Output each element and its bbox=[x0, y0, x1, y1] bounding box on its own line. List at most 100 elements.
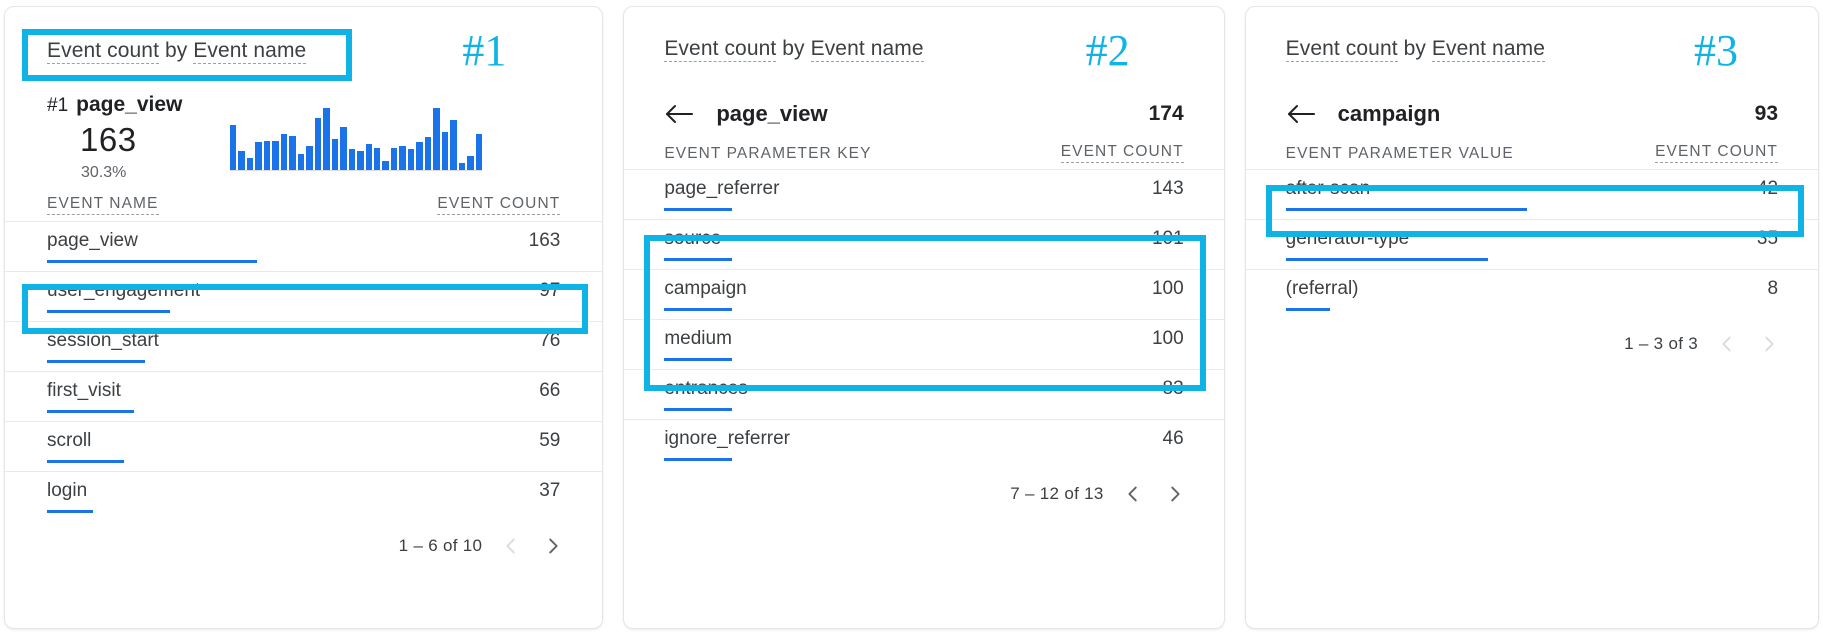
card-1-summary-rank: #1 bbox=[47, 95, 69, 116]
table-row-inner: session_start 76 bbox=[47, 322, 560, 360]
card-2-prev-page-icon[interactable] bbox=[1120, 481, 1146, 507]
sparkline-bar bbox=[357, 151, 364, 170]
card-3-header: Event count by Event name #3 bbox=[1246, 7, 1818, 85]
card-3-title-metric[interactable]: Event count bbox=[1285, 37, 1398, 62]
table-row-bar-track bbox=[664, 208, 1183, 211]
card-1-title-dimension[interactable]: Event name bbox=[193, 39, 307, 64]
card-3-drilldown-name: campaign bbox=[1337, 101, 1441, 126]
table-row[interactable]: after-scan 42 bbox=[1245, 169, 1819, 219]
panel-card-2: Event count by Event name #2 page_view 1… bbox=[623, 6, 1225, 629]
card-2-title-metric[interactable]: Event count bbox=[664, 37, 777, 62]
table-row-label[interactable]: source bbox=[664, 228, 721, 250]
sparkline-bar bbox=[416, 142, 423, 170]
table-row-bar-track bbox=[664, 308, 1183, 311]
back-arrow-icon[interactable] bbox=[664, 103, 694, 125]
table-row[interactable]: page_referrer 143 bbox=[624, 169, 1224, 219]
card-3-title-dimension[interactable]: Event name bbox=[1431, 37, 1545, 62]
sparkline-bar bbox=[272, 141, 279, 170]
card-3-column-header-right[interactable]: EVENT COUNT bbox=[1655, 143, 1779, 163]
table-row-value: 97 bbox=[539, 280, 561, 301]
card-3-row-list: after-scan 42 generator-type 35 (referral) 8 bbox=[1245, 169, 1819, 319]
sparkline-bar bbox=[331, 139, 339, 170]
card-3-column-header-left[interactable]: EVENT PARAMETER VALUE bbox=[1286, 145, 1514, 163]
table-row-bar-track bbox=[664, 458, 1183, 461]
table-row-inner: campaign 100 bbox=[664, 270, 1183, 308]
table-row[interactable]: (referral) 8 bbox=[1245, 269, 1819, 319]
table-row-bar-track bbox=[1285, 308, 1778, 311]
card-3-drilldown-header: campaign 93 bbox=[1246, 85, 1818, 143]
table-row[interactable]: first_visit 66 bbox=[5, 371, 603, 421]
table-row-label[interactable]: scroll bbox=[47, 430, 91, 452]
card-1-page-range: 1 – 6 of 10 bbox=[398, 536, 483, 555]
table-row-bar-track bbox=[1285, 208, 1778, 211]
table-row[interactable]: login 37 bbox=[5, 471, 603, 521]
table-row-label[interactable]: medium bbox=[664, 328, 732, 350]
table-row-value: 100 bbox=[1151, 278, 1184, 299]
table-row-value: 163 bbox=[528, 230, 561, 251]
card-2-column-header-right[interactable]: EVENT COUNT bbox=[1060, 143, 1184, 163]
card-1-summary-value: 163 bbox=[80, 121, 137, 158]
card-3-drilldown-total: 93 bbox=[1754, 102, 1779, 125]
sparkline-bar bbox=[467, 156, 474, 170]
card-1-pagination: 1 – 6 of 10 bbox=[5, 521, 602, 559]
table-row[interactable]: medium 100 bbox=[624, 319, 1224, 369]
card-1-title-by: by bbox=[159, 39, 194, 62]
table-row-bar-track bbox=[47, 510, 560, 513]
table-row[interactable]: entrances 83 bbox=[624, 369, 1224, 419]
table-row-inner: page_view 163 bbox=[47, 222, 560, 260]
table-row-bar-fill bbox=[47, 510, 94, 513]
table-row[interactable]: source 101 bbox=[624, 219, 1224, 269]
card-2-title-dimension[interactable]: Event name bbox=[810, 37, 924, 62]
table-row-inner: entrances 83 bbox=[664, 370, 1183, 408]
card-1-next-page-icon[interactable] bbox=[540, 533, 566, 559]
card-2-column-header-left[interactable]: EVENT PARAMETER KEY bbox=[664, 145, 871, 163]
table-row-label[interactable]: after-scan bbox=[1286, 178, 1370, 200]
table-row-label[interactable]: first_visit bbox=[47, 380, 121, 402]
table-row[interactable]: ignore_referrer 46 bbox=[624, 419, 1224, 469]
table-row-bar-fill bbox=[47, 360, 145, 363]
card-3-title-by: by bbox=[1397, 37, 1432, 60]
table-row-label[interactable]: page_view bbox=[47, 230, 138, 252]
table-row-value: 143 bbox=[1151, 178, 1184, 199]
table-row-inner: user_engagement 97 bbox=[47, 272, 560, 310]
table-row-label[interactable]: session_start bbox=[47, 330, 159, 352]
card-1-prev-page-icon[interactable] bbox=[498, 533, 524, 559]
table-row-bar-fill bbox=[47, 460, 124, 463]
table-row-label[interactable]: generator-type bbox=[1286, 228, 1410, 250]
table-row-bar-fill bbox=[664, 258, 732, 261]
table-row-label[interactable]: (referral) bbox=[1286, 278, 1359, 300]
card-1-column-header-left[interactable]: EVENT NAME bbox=[47, 195, 159, 215]
table-row-label[interactable]: login bbox=[47, 480, 87, 502]
table-row[interactable]: page_view 163 bbox=[5, 221, 603, 271]
card-3-prev-page-icon[interactable] bbox=[1714, 331, 1740, 357]
table-row[interactable]: session_start 76 bbox=[5, 321, 603, 371]
table-row-bar-fill bbox=[664, 458, 732, 461]
table-row-value: 42 bbox=[1756, 178, 1779, 199]
table-row-label[interactable]: entrances bbox=[664, 378, 747, 400]
card-3-next-page-icon[interactable] bbox=[1756, 331, 1782, 357]
back-arrow-icon[interactable] bbox=[1286, 103, 1316, 125]
table-row[interactable]: generator-type 35 bbox=[1245, 219, 1819, 269]
table-row[interactable]: user_engagement 97 bbox=[5, 271, 603, 321]
card-2-table-header: EVENT PARAMETER KEY EVENT COUNT bbox=[624, 143, 1223, 169]
sparkline-bar bbox=[390, 148, 398, 170]
card-1-title-metric[interactable]: Event count bbox=[47, 39, 160, 64]
card-3-page-range: 1 – 3 of 3 bbox=[1624, 334, 1699, 353]
sparkline-bar bbox=[314, 118, 322, 170]
card-3-table: EVENT PARAMETER VALUE EVENT COUNT after-… bbox=[1245, 143, 1819, 319]
table-row-value: 46 bbox=[1162, 428, 1184, 449]
table-row[interactable]: campaign 100 bbox=[624, 269, 1224, 319]
table-row-label[interactable]: page_referrer bbox=[664, 178, 779, 200]
table-row-value: 101 bbox=[1151, 228, 1184, 249]
table-row-value: 59 bbox=[539, 430, 561, 451]
card-1-column-header-right[interactable]: EVENT COUNT bbox=[437, 195, 561, 215]
table-row[interactable]: scroll 59 bbox=[5, 421, 603, 471]
table-row-label[interactable]: user_engagement bbox=[47, 280, 200, 302]
card-2-drilldown-left: page_view bbox=[664, 101, 828, 127]
table-row-label[interactable]: ignore_referrer bbox=[664, 428, 790, 450]
table-row-label[interactable]: campaign bbox=[664, 278, 746, 300]
table-row-bar-fill bbox=[664, 308, 732, 311]
table-row-bar-track bbox=[1285, 258, 1778, 261]
table-row-value: 83 bbox=[1162, 378, 1184, 399]
card-2-next-page-icon[interactable] bbox=[1162, 481, 1188, 507]
